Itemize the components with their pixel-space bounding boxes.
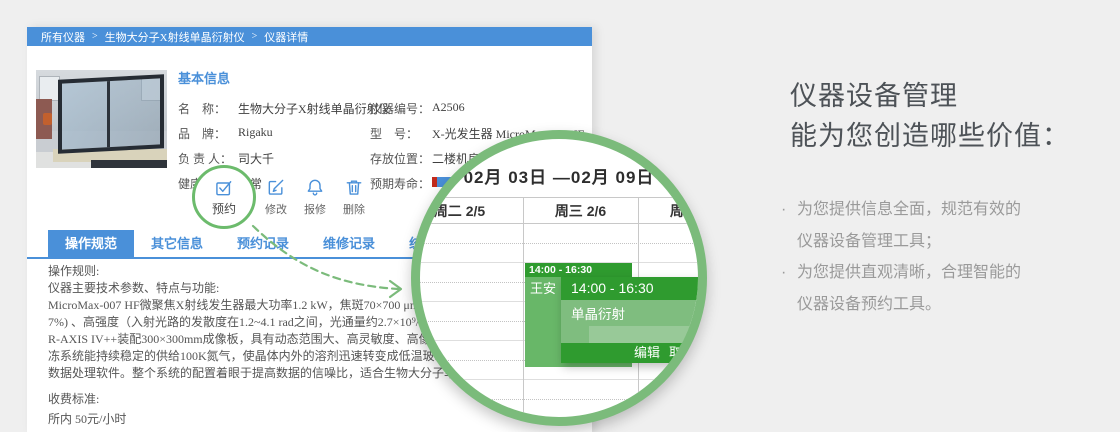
tab-reservation-records[interactable]: 预约记录: [220, 230, 306, 257]
tab-other-info[interactable]: 其它信息: [134, 230, 220, 257]
trash-icon: [346, 180, 362, 195]
calendar-week-range: 02月 03日 —02月 09日: [463, 168, 655, 187]
calendar-grid-row: [420, 400, 698, 418]
photo-cabinet-plinth: [91, 160, 167, 168]
page: 所有仪器 > 生物大分子X射线单晶衍射仪 > 仪器详情 基本信息 名 称： 生物…: [0, 0, 1120, 432]
breadcrumb-item-all-instruments[interactable]: 所有仪器: [41, 29, 85, 45]
popup-inner-panel: [589, 326, 698, 344]
field-value: A2506: [432, 100, 465, 114]
calendar-column-thursday: 周四 2/7: [669, 203, 698, 219]
breadcrumb: 所有仪器 > 生物大分子X射线单晶衍射仪 > 仪器详情: [27, 27, 592, 46]
calendar-grid-row: [420, 224, 698, 244]
breadcrumb-separator: >: [251, 31, 258, 42]
calendar-column-wednesday: 周三 2/6: [554, 203, 607, 219]
field-label: 仪器编号：: [370, 102, 431, 116]
report-repair-button[interactable]: 报修: [295, 177, 335, 217]
promo-heading-line2: 能为您创造哪些价值：: [790, 121, 1070, 151]
bullet-marker: [781, 289, 797, 321]
bell-icon: [307, 179, 323, 196]
calendar-column-tuesday: 周二 2/5: [433, 203, 486, 219]
field-label: 品 牌：: [178, 127, 227, 141]
field-value: 生物大分子X射线单晶衍射仪: [238, 102, 391, 116]
reservation-calendar: 02月 03日 —02月 09日 周二 2/5 周三 2/6 周四 2/7: [420, 139, 698, 417]
reserve-button[interactable]: 预约: [192, 165, 256, 229]
field-brand: 品 牌： Rigaku: [178, 125, 370, 150]
promo-bullet-line: 仪器设备管理工具；: [781, 226, 1021, 258]
popup-event-title: 单晶衍射: [571, 307, 625, 322]
bullet-marker: ·: [781, 201, 787, 218]
calendar-magnifier: 02月 03日 —02月 09日 周二 2/5 周三 2/6 周四 2/7: [411, 130, 707, 426]
promo-bullet-line: · 为您提供信息全面，规范有效的: [781, 194, 1021, 226]
reserve-button-label: 预约: [211, 201, 236, 216]
bullet-marker: [781, 226, 797, 258]
popup-time-label: 14:00 - 16:30: [561, 277, 698, 300]
bullet-text: 为您提供信息全面，规范有效的: [797, 201, 1022, 218]
breadcrumb-item-detail: 仪器详情: [264, 31, 309, 44]
event-time-label: 14:00 - 16:30: [525, 263, 632, 277]
modify-button-label: 修改: [265, 204, 287, 216]
promo-bullets: · 为您提供信息全面，规范有效的 仪器设备管理工具； · 为您提供直观清晰，合理…: [781, 194, 1021, 320]
photo-window: [38, 75, 60, 102]
calendar-grid-row: [420, 380, 698, 400]
breadcrumb-item-instrument[interactable]: 生物大分子X射线单晶衍射仪: [105, 29, 245, 45]
breadcrumb-separator: >: [92, 31, 98, 42]
instrument-photo: [36, 70, 167, 168]
tab-operation-spec[interactable]: 操作规范: [48, 230, 135, 257]
basic-info-title: 基本信息: [178, 71, 231, 86]
field-name: 名 称： 生物大分子X射线单晶衍射仪: [178, 100, 391, 125]
promo-bullet-line: · 为您提供直观清晰，合理智能的: [781, 257, 1021, 289]
popup-body: 单晶衍射: [561, 300, 698, 344]
photo-glass-cabinet: [58, 74, 165, 155]
calendar-grid-row: [420, 244, 698, 263]
modify-button[interactable]: 修改: [256, 177, 296, 217]
photo-equipment-detail: [42, 113, 52, 126]
field-serial: 仪器编号： A2506: [370, 100, 584, 125]
popup-footer: 编辑 取消: [561, 343, 698, 363]
bullet-text: 仪器设备预约工具。: [797, 295, 942, 313]
tab-repair-records[interactable]: 维修记录: [306, 230, 392, 257]
bullet-marker: ·: [781, 264, 787, 281]
edit-icon: [268, 179, 284, 195]
calendar-header-row: 周二 2/5 周三 2/6 周四 2/7: [420, 197, 698, 224]
bullet-text: 仪器设备管理工具；: [797, 232, 942, 250]
cancel-link[interactable]: 取消: [669, 343, 695, 363]
bullet-text: 为您提供直观清晰，合理智能的: [797, 264, 1022, 281]
report-repair-button-label: 报修: [304, 204, 326, 216]
checkbox-check-icon: [216, 180, 232, 195]
event-detail-popup: 14:00 - 16:30 单晶衍射 编辑 取消: [561, 277, 698, 363]
field-value: 司大千: [238, 152, 275, 166]
promo-bullet-line: 仪器设备预约工具。: [781, 289, 1021, 321]
delete-button[interactable]: 删除: [334, 177, 374, 217]
edit-link[interactable]: 编辑: [634, 343, 660, 363]
field-value: Rigaku: [238, 125, 273, 139]
promo-heading: 仪器设备管理 能为您创造哪些价值：: [790, 76, 1070, 156]
calendar-column-divider: [523, 197, 524, 417]
delete-button-label: 删除: [343, 204, 365, 216]
field-label: 名 称：: [178, 102, 227, 116]
promo-heading-line1: 仪器设备管理: [790, 81, 958, 111]
